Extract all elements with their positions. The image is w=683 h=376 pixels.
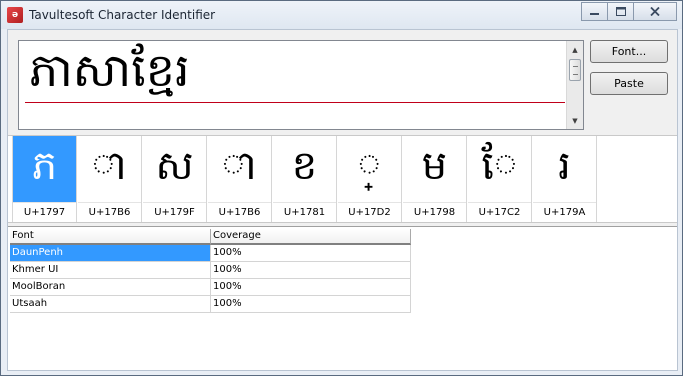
coverage-cell: 100% <box>211 245 411 262</box>
maximize-icon <box>615 7 626 16</box>
font-table: Font Coverage DaunPenh 100% Khmer UI 100% Mo… <box>10 229 411 313</box>
character-glyph: ខ <box>273 136 336 202</box>
table-row[interactable]: Utsaah 100% <box>10 296 411 313</box>
font-name-cell: Khmer UI <box>10 262 211 279</box>
close-button[interactable] <box>633 2 677 21</box>
character-glyph: ភ <box>13 136 76 202</box>
font-name-cell: MoolBoran <box>10 279 211 296</box>
table-row[interactable]: MoolBoran 100% <box>10 279 411 296</box>
close-icon <box>650 7 660 16</box>
minimize-icon <box>590 12 599 15</box>
client-area: ភាសាខ្មែរ ▲ ▼ Font... Paste ភ U+1797 ◌ា U+1… <box>7 29 678 371</box>
baseline-underline <box>25 102 565 103</box>
character-code: U+1797 <box>13 202 76 222</box>
character-glyph: រ <box>533 136 596 202</box>
app-window: ǝ Tavultesoft Character Identifier ភាសាខ… <box>0 0 683 376</box>
character-code: U+17C2 <box>468 202 531 222</box>
app-icon: ǝ <box>7 7 23 23</box>
font-button[interactable]: Font... <box>590 40 668 63</box>
character-cell[interactable]: ◌ែ U+17C2 <box>467 136 532 222</box>
character-cell[interactable]: ម U+1798 <box>402 136 467 222</box>
character-cell[interactable]: ◌្ U+17D2 <box>337 136 402 222</box>
coverage-cell: 100% <box>211 296 411 313</box>
character-code: U+1798 <box>403 202 466 222</box>
window-title: Tavultesoft Character Identifier <box>29 8 216 22</box>
font-name-cell: Utsaah <box>10 296 211 313</box>
scroll-up-icon[interactable]: ▲ <box>567 41 583 58</box>
character-cells: ភ U+1797 ◌ា U+17B6 ស U+179F ◌ា U+17B6 ខ U+1781 ◌្ U… <box>12 136 597 222</box>
character-code: U+179A <box>533 202 596 222</box>
input-text-box[interactable]: ភាសាខ្មែរ ▲ ▼ <box>18 40 584 130</box>
table-header: Font Coverage <box>10 229 411 245</box>
character-cell[interactable]: ភ U+1797 <box>12 136 77 222</box>
character-glyph: ម <box>403 136 466 202</box>
input-text[interactable]: ភាសាខ្មែរ <box>29 39 190 101</box>
character-glyph: ◌្ <box>338 136 401 202</box>
character-glyph: ◌ែ <box>468 136 531 202</box>
character-code: U+17D2 <box>338 202 401 222</box>
scroll-thumb[interactable] <box>569 59 581 81</box>
character-cell[interactable]: ខ U+1781 <box>272 136 337 222</box>
vertical-scrollbar[interactable]: ▲ ▼ <box>566 41 583 129</box>
character-code: U+1781 <box>273 202 336 222</box>
column-header-font[interactable]: Font <box>10 229 211 245</box>
font-list: Font Coverage DaunPenh 100% Khmer UI 100% Mo… <box>8 226 677 370</box>
table-row[interactable]: DaunPenh 100% <box>10 245 411 262</box>
character-cell[interactable]: រ U+179A <box>532 136 597 222</box>
character-cell[interactable]: ◌ា U+17B6 <box>207 136 272 222</box>
coverage-cell: 100% <box>211 262 411 279</box>
character-code: U+17B6 <box>78 202 141 222</box>
character-code: U+179F <box>143 202 206 222</box>
table-row[interactable]: Khmer UI 100% <box>10 262 411 279</box>
scroll-down-icon[interactable]: ▼ <box>567 112 583 129</box>
column-header-coverage[interactable]: Coverage <box>211 229 411 245</box>
maximize-button[interactable] <box>607 2 634 21</box>
window-controls <box>581 2 677 21</box>
character-strip: ភ U+1797 ◌ា U+17B6 ស U+179F ◌ា U+17B6 ខ U+1781 ◌្ U… <box>8 135 677 223</box>
paste-button[interactable]: Paste <box>590 72 668 95</box>
character-cell[interactable]: ◌ា U+17B6 <box>77 136 142 222</box>
table-body: DaunPenh 100% Khmer UI 100% MoolBoran 100% Uts… <box>10 245 411 313</box>
character-code: U+17B6 <box>208 202 271 222</box>
character-cell[interactable]: ស U+179F <box>142 136 207 222</box>
character-glyph: ◌ា <box>78 136 141 202</box>
title-bar[interactable]: ǝ Tavultesoft Character Identifier <box>1 1 682 29</box>
coverage-cell: 100% <box>211 279 411 296</box>
font-name-cell: DaunPenh <box>10 245 211 262</box>
character-glyph: ស <box>143 136 206 202</box>
character-glyph: ◌ា <box>208 136 271 202</box>
minimize-button[interactable] <box>581 2 608 21</box>
